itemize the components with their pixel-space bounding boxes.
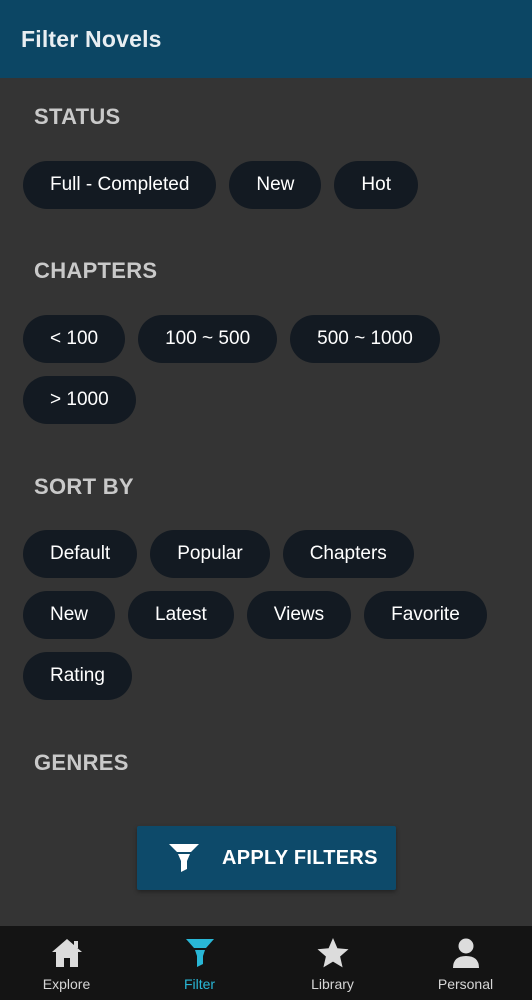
person-icon	[452, 938, 479, 968]
sort-chip-chapters[interactable]: Chapters	[282, 530, 414, 578]
nav-label-explore: Explore	[42, 976, 91, 992]
nav-label-filter: Filter	[183, 976, 216, 992]
nav-item-filter[interactable]: Filter	[133, 926, 266, 1000]
nav-label-personal: Personal	[437, 976, 494, 992]
chapters-chip-row-1: < 100 100 ~ 500 500 ~ 1000	[23, 315, 440, 363]
sort-chip-rating[interactable]: Rating	[23, 652, 132, 700]
sort-chip-default[interactable]: Default	[23, 530, 138, 578]
status-chip-row: Full - Completed New Hot	[23, 161, 418, 209]
nav-item-personal[interactable]: Personal	[399, 926, 532, 1000]
nav-item-library[interactable]: Library	[266, 926, 399, 1000]
funnel-icon	[185, 939, 214, 967]
sort-by-section-title: SORT BY	[34, 474, 134, 499]
status-chip-hot[interactable]: Hot	[334, 161, 418, 209]
filter-content: STATUS Full - Completed New Hot CHAPTERS…	[0, 78, 532, 926]
bottom-navigation: Explore Filter Library Personal	[0, 926, 532, 1000]
chapters-chip-under-100[interactable]: < 100	[23, 315, 126, 363]
nav-label-library: Library	[311, 976, 354, 992]
sort-chip-popular[interactable]: Popular	[150, 530, 270, 578]
genres-section-title: GENRES	[34, 750, 129, 775]
home-icon	[51, 939, 82, 967]
chapters-section-title: CHAPTERS	[34, 258, 158, 283]
sort-chip-views[interactable]: Views	[246, 591, 352, 639]
sort-chip-favorite[interactable]: Favorite	[364, 591, 487, 639]
sort-chip-latest[interactable]: Latest	[128, 591, 234, 639]
status-chip-full-completed[interactable]: Full - Completed	[23, 161, 217, 209]
sort-chip-row-3: Rating	[23, 652, 132, 700]
star-icon	[317, 938, 348, 968]
chapters-chip-over-1000[interactable]: > 1000	[23, 376, 136, 424]
status-chip-new[interactable]: New	[229, 161, 322, 209]
sort-chip-row-1: Default Popular Chapters	[23, 530, 414, 578]
page-title: Filter Novels	[21, 25, 162, 52]
chapters-chip-500-1000[interactable]: 500 ~ 1000	[290, 315, 440, 363]
sort-chip-new[interactable]: New	[23, 591, 116, 639]
apply-filters-label: APPLY FILTERS	[222, 846, 378, 869]
status-section-title: STATUS	[34, 104, 121, 129]
app-bar: Filter Novels	[0, 0, 532, 78]
apply-filters-button[interactable]: APPLY FILTERS	[137, 826, 396, 890]
chapters-chip-100-500[interactable]: 100 ~ 500	[138, 315, 278, 363]
chapters-chip-row-2: > 1000	[23, 376, 136, 424]
funnel-icon	[169, 844, 199, 872]
nav-item-explore[interactable]: Explore	[0, 926, 133, 1000]
sort-chip-row-2: New Latest Views Favorite	[23, 591, 487, 639]
